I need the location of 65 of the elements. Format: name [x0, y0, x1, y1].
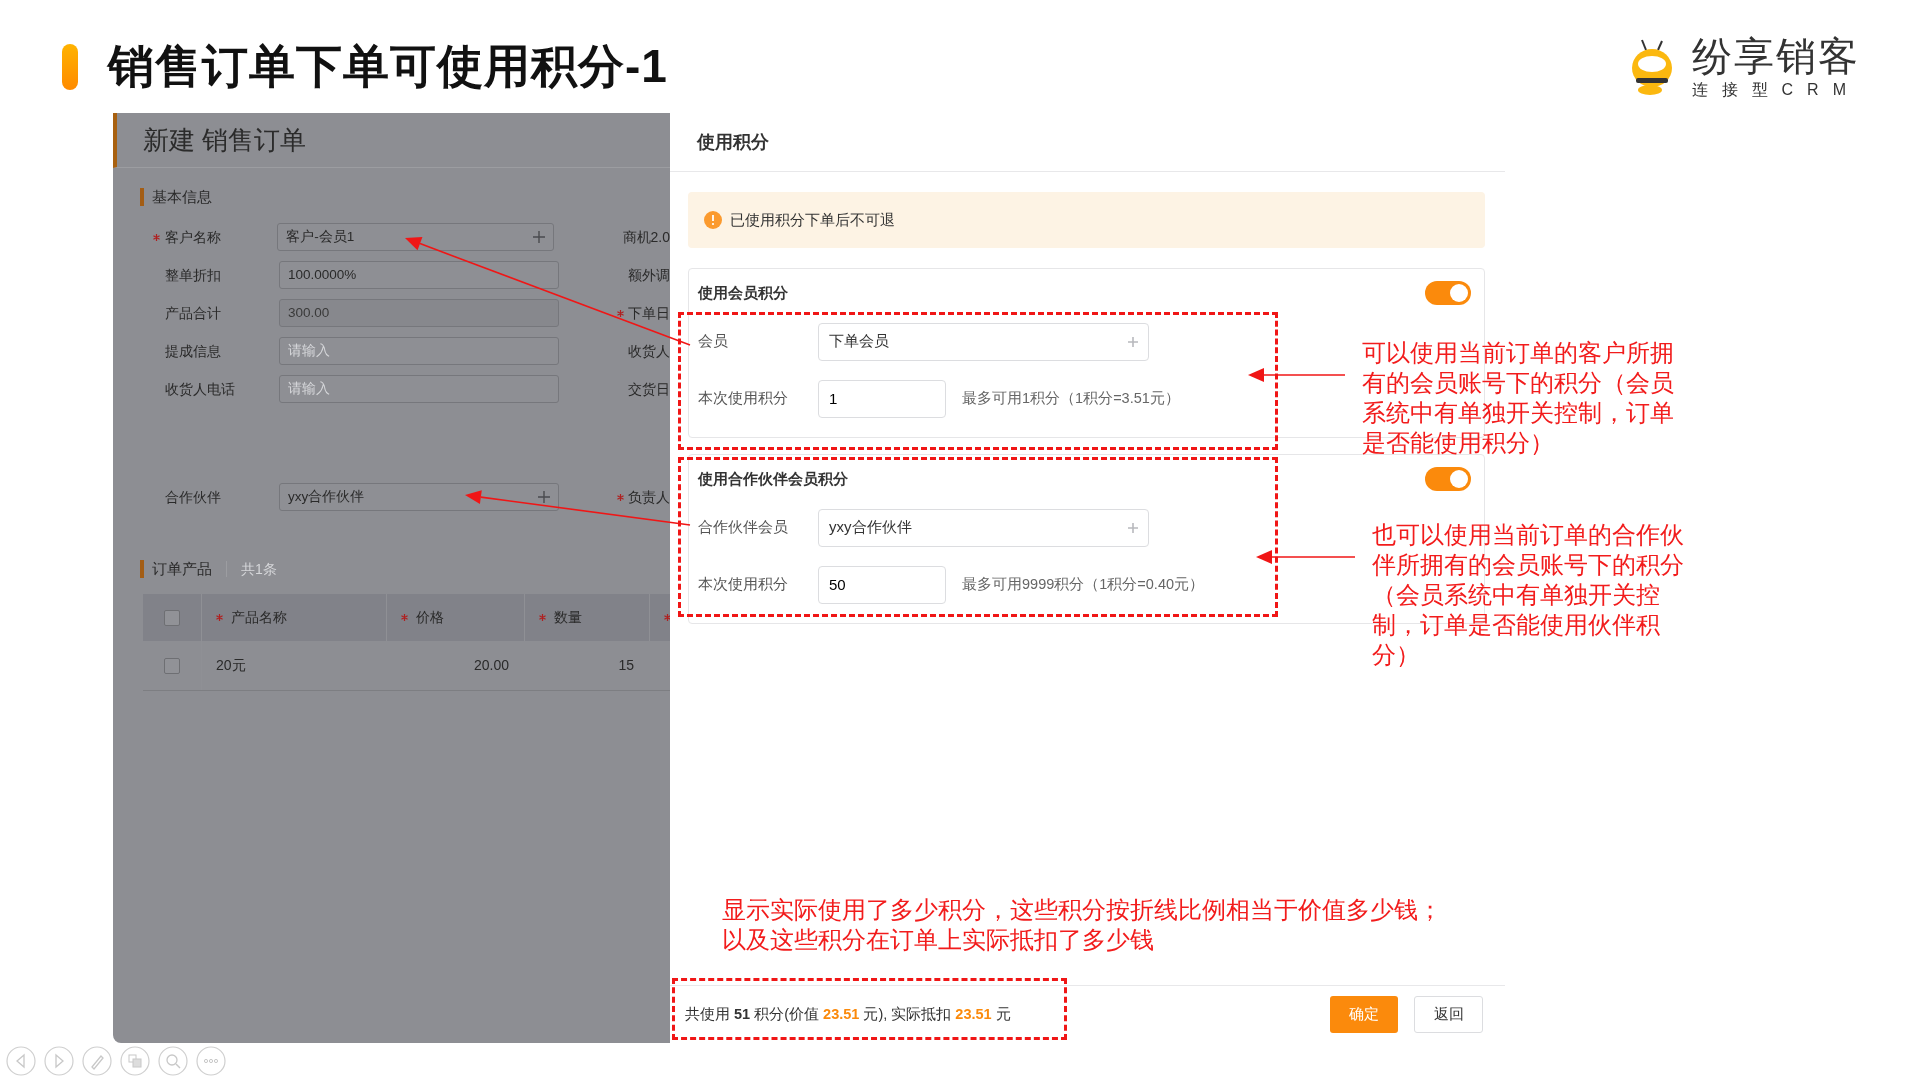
section-title: 使用合作伙伴会员积分	[698, 468, 848, 489]
title-accent-bar	[62, 43, 78, 90]
annotation-text: 也可以使用当前订单的合作伙伴所拥有的会员账号下的积分（会员系统中有单独开关控制，订单是否能使用伙伴积分）	[1372, 520, 1685, 670]
field-label: 额外调	[628, 266, 670, 283]
field-label: 商机2.0	[622, 228, 670, 245]
field-label: 本次使用积分	[698, 574, 789, 594]
field-label: 合作伙伴会员	[698, 517, 789, 537]
input-field[interactable]: 客户-会员1	[277, 223, 554, 251]
input-field[interactable]: 100.0000%	[279, 261, 559, 289]
field-label: 客户名称	[164, 227, 222, 247]
plus-icon	[1128, 336, 1138, 347]
plus-icon	[1128, 522, 1138, 533]
table-cell-text: 20.00	[473, 656, 509, 675]
column-header: 价格	[416, 608, 444, 627]
table-cell-text: 20元	[216, 656, 246, 675]
field-label: 交货日	[628, 380, 670, 397]
field-label: 提成信息	[164, 341, 222, 361]
field-label: 会员	[698, 331, 729, 351]
field-label: 收货人	[628, 342, 670, 359]
zoom-icon[interactable]	[158, 1046, 188, 1076]
toggle-switch[interactable]	[1425, 281, 1471, 305]
field-label: 收货人电话	[164, 379, 236, 399]
annotation-text: 可以使用当前订单的客户所拥有的会员账号下的积分（会员系统中有单独开关控制，订单是否能使用积分）	[1362, 338, 1675, 458]
checkbox[interactable]	[164, 609, 180, 626]
notice-text: 已使用积分下单后不可退	[730, 209, 895, 230]
input-field[interactable]: 50	[818, 565, 946, 604]
section-title: 订单产品	[152, 560, 212, 578]
pen-icon[interactable]	[82, 1046, 112, 1076]
select-field[interactable]: 下单会员	[818, 322, 1149, 361]
table-cell-text: 15	[618, 656, 634, 675]
input-field: 300.00	[279, 299, 559, 327]
hint-text: 最多可用9999积分（1积分=0.40元）	[962, 574, 1204, 594]
back-button[interactable]: 返回	[1414, 996, 1483, 1033]
checkbox[interactable]	[164, 657, 180, 674]
plus-icon	[538, 491, 550, 503]
section-title: 基本信息	[152, 188, 212, 206]
dialog-title: 使用积分	[697, 130, 769, 154]
toggle-switch[interactable]	[1425, 467, 1471, 491]
column-header: 产品名称	[231, 608, 287, 627]
field-label: 合作伙伴	[164, 487, 222, 507]
select-field[interactable]: yxy合作伙伴	[818, 508, 1149, 547]
input-field[interactable]: 1	[818, 379, 946, 418]
slide-title: 销售订单下单可使用积分-1	[108, 39, 668, 94]
field-label: 负责人	[628, 488, 670, 505]
logo-name: 纷享销客	[1691, 35, 1860, 76]
more-icon[interactable]	[196, 1046, 226, 1076]
field-label: 产品合计	[164, 303, 222, 323]
column-header: 数量	[554, 608, 582, 627]
summary-text: 共使用 51 积分(价值 23.51 元), 实际抵扣 23.51 元	[685, 1004, 1011, 1024]
item-count: 共1条	[241, 560, 277, 578]
input-field[interactable]: yxy合作伙伴	[279, 483, 559, 511]
section-title: 使用会员积分	[698, 282, 788, 303]
annotation-text: 显示实际使用了多少积分，这些积分按折线比例相当于价值多少钱；以及这些积分在订单上实际抵扣了多少钱	[722, 895, 1443, 955]
plus-icon	[532, 231, 545, 243]
slides-icon[interactable]	[120, 1046, 150, 1076]
field-label: 下单日	[628, 304, 670, 321]
field-label: 本次使用积分	[698, 388, 789, 408]
warning-icon	[704, 211, 722, 229]
hint-text: 最多可用1积分（1积分=3.51元）	[962, 388, 1180, 408]
field-label: 整单折扣	[164, 265, 222, 285]
confirm-button[interactable]: 确定	[1330, 996, 1398, 1033]
logo-tagline: 连接型CRM	[1691, 81, 1860, 98]
previous-icon[interactable]	[6, 1046, 36, 1076]
form-title: 新建 销售订单	[143, 123, 307, 157]
next-icon[interactable]	[44, 1046, 74, 1076]
